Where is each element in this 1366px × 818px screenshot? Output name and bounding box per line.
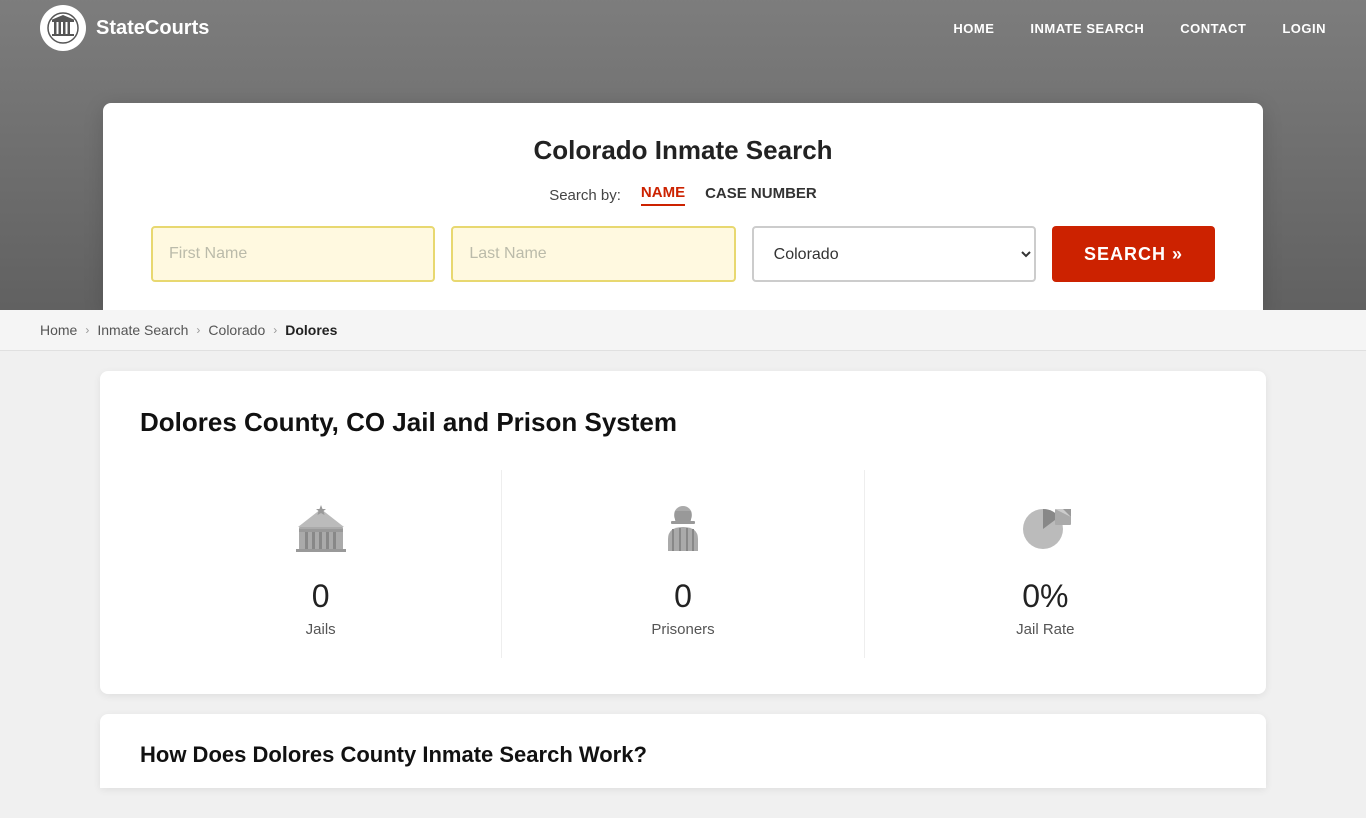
jail-rate-icon (1010, 494, 1080, 564)
search-by-label: Search by: (549, 187, 621, 204)
nav-links: HOME INMATE SEARCH CONTACT LOGIN (953, 21, 1326, 36)
main-content: Dolores County, CO Jail and Prison Syste… (0, 351, 1366, 818)
jail-icon (286, 494, 356, 564)
search-by-row: Search by: NAME CASE NUMBER (151, 184, 1215, 206)
breadcrumb-current: Dolores (285, 322, 337, 338)
logo-link[interactable]: StateCourts (40, 5, 209, 51)
breadcrumb-sep-1: › (85, 323, 89, 337)
tab-case-number[interactable]: CASE NUMBER (705, 185, 817, 205)
breadcrumb: Home › Inmate Search › Colorado › Dolore… (0, 310, 1366, 351)
search-title: Colorado Inmate Search (151, 135, 1215, 166)
stat-jail-rate-value: 0% (1022, 578, 1068, 615)
breadcrumb-inmate-search[interactable]: Inmate Search (97, 322, 188, 338)
stat-jails: 0 Jails (140, 470, 502, 658)
content-card-main: Dolores County, CO Jail and Prison Syste… (100, 371, 1266, 694)
content-card-bottom: How Does Dolores County Inmate Search Wo… (100, 714, 1266, 788)
breadcrumb-state[interactable]: Colorado (208, 322, 265, 338)
logo-icon (40, 5, 86, 51)
last-name-input[interactable] (451, 226, 735, 282)
nav-home[interactable]: HOME (953, 21, 994, 36)
stat-jail-rate: 0% Jail Rate (865, 470, 1226, 658)
prisoner-icon (648, 494, 718, 564)
search-button[interactable]: SEARCH » (1052, 226, 1215, 282)
breadcrumb-home[interactable]: Home (40, 322, 77, 338)
search-inputs-row: Colorado Alabama Alaska Arizona Arkansas… (151, 226, 1215, 282)
search-card: Colorado Inmate Search Search by: NAME C… (103, 103, 1263, 310)
stat-prisoners-label: Prisoners (651, 621, 714, 638)
breadcrumb-sep-2: › (196, 323, 200, 337)
nav-contact[interactable]: CONTACT (1180, 21, 1246, 36)
content-bottom-title: How Does Dolores County Inmate Search Wo… (140, 742, 1226, 768)
logo-text: StateCourts (96, 17, 209, 40)
stat-prisoners-value: 0 (674, 578, 692, 615)
navigation: StateCourts HOME INMATE SEARCH CONTACT L… (0, 0, 1366, 56)
content-main-title: Dolores County, CO Jail and Prison Syste… (140, 407, 1226, 438)
stats-row: 0 Jails (140, 470, 1226, 658)
tab-name[interactable]: NAME (641, 184, 685, 206)
stat-prisoners: 0 Prisoners (502, 470, 864, 658)
breadcrumb-sep-3: › (273, 323, 277, 337)
state-select[interactable]: Colorado Alabama Alaska Arizona Arkansas… (752, 226, 1036, 282)
nav-inmate-search[interactable]: INMATE SEARCH (1030, 21, 1144, 36)
stat-jails-label: Jails (306, 621, 336, 638)
search-card-wrapper: Colorado Inmate Search Search by: NAME C… (103, 103, 1263, 310)
stat-jails-value: 0 (312, 578, 330, 615)
header: COURTHOUSE StateCourts (0, 0, 1366, 310)
stat-jail-rate-label: Jail Rate (1016, 621, 1074, 638)
nav-login[interactable]: LOGIN (1282, 21, 1326, 36)
first-name-input[interactable] (151, 226, 435, 282)
